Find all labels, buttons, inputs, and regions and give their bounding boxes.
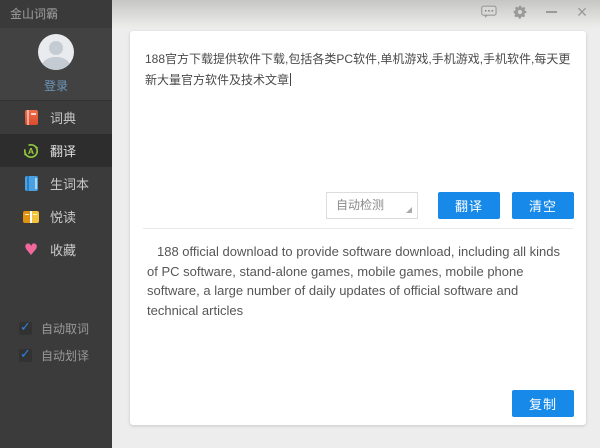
copy-button[interactable]: 复制 — [512, 390, 574, 417]
sidebar-item-label: 生词本 — [50, 174, 89, 193]
close-icon[interactable]: × — [574, 4, 590, 20]
sidebar-item-label: 词典 — [50, 108, 76, 127]
feedback-icon[interactable] — [481, 4, 497, 20]
sidebar-item-translate[interactable]: A 翻译 — [0, 134, 112, 167]
source-text-input[interactable]: 188官方下载提供软件下载,包括各类PC软件,单机游戏,手机游戏,手机软件,每天… — [145, 49, 573, 187]
sidebar-item-label: 悦读 — [50, 207, 76, 226]
sidebar-menu: 词典 A 翻译 生词本 悦读 ♥ 收藏 — [0, 101, 112, 266]
sidebar-item-reading[interactable]: 悦读 — [0, 200, 112, 233]
titlebar[interactable]: × — [112, 0, 600, 28]
translate-icon: A — [23, 143, 39, 159]
account-section: 登录 — [0, 28, 112, 101]
sidebar: 登录 词典 A 翻译 生词本 悦读 ♥ — [0, 28, 112, 448]
sidebar-item-dictionary[interactable]: 词典 — [0, 101, 112, 134]
clear-button[interactable]: 清空 — [512, 192, 574, 219]
sidebar-item-favorites[interactable]: ♥ 收藏 — [0, 233, 112, 266]
translator-card: 188官方下载提供软件下载,包括各类PC软件,单机游戏,手机游戏,手机软件,每天… — [130, 31, 586, 425]
dropdown-arrow-icon — [406, 207, 412, 213]
toggle-auto-word-capture[interactable]: ✓ 自动取词 — [0, 315, 112, 342]
checkbox-checked-icon[interactable]: ✓ — [19, 322, 32, 335]
sidebar-item-label: 收藏 — [50, 240, 76, 259]
toggle-auto-select-translate[interactable]: ✓ 自动划译 — [0, 342, 112, 369]
login-link[interactable]: 登录 — [0, 77, 112, 94]
avatar[interactable] — [38, 34, 74, 70]
heart-icon: ♥ — [23, 242, 39, 258]
translate-button[interactable]: 翻译 — [438, 192, 500, 219]
sidebar-item-wordbook[interactable]: 生词本 — [0, 167, 112, 200]
svg-text:A: A — [28, 146, 34, 156]
toggle-label: 自动取词 — [41, 320, 89, 337]
language-select[interactable]: 自动检测 — [326, 192, 418, 219]
dictionary-book-icon — [23, 110, 39, 126]
text-caret — [290, 73, 291, 86]
source-text: 188官方下载提供软件下载,包括各类PC软件,单机游戏,手机游戏,手机软件,每天… — [145, 52, 570, 87]
sidebar-item-label: 翻译 — [50, 141, 76, 160]
translation-result: 188 official download to provide softwar… — [147, 242, 571, 320]
main-panel: 188官方下载提供软件下载,包括各类PC软件,单机游戏,手机游戏,手机软件,每天… — [112, 28, 600, 448]
toggle-label: 自动划译 — [41, 347, 89, 364]
translate-controls: 自动检测 翻译 清空 — [326, 192, 574, 219]
section-divider — [143, 228, 573, 229]
result-text: 188 official download to provide softwar… — [147, 242, 571, 320]
sidebar-toggles: ✓ 自动取词 ✓ 自动划译 — [0, 315, 112, 369]
settings-gear-icon[interactable] — [512, 4, 528, 20]
language-select-value: 自动检测 — [336, 198, 384, 212]
app-title: 金山词霸 — [0, 0, 112, 28]
open-book-icon — [23, 209, 39, 225]
minimize-icon[interactable] — [543, 4, 559, 20]
notebook-icon — [23, 176, 39, 192]
checkbox-checked-icon[interactable]: ✓ — [19, 349, 32, 362]
